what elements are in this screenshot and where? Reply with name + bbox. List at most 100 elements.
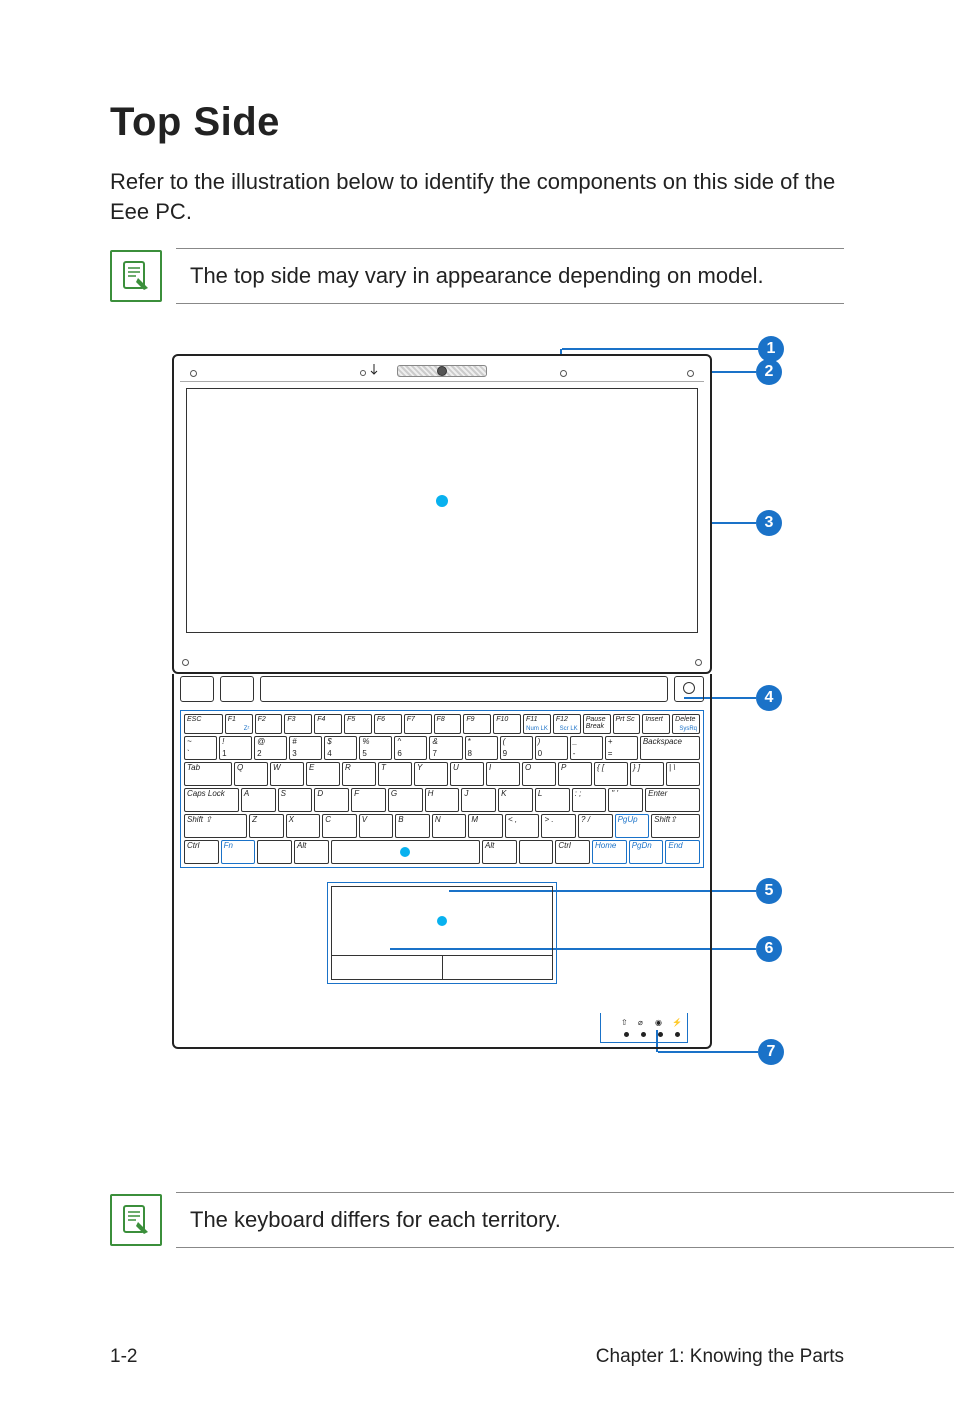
key: A — [241, 788, 276, 812]
key: " ' — [608, 788, 643, 812]
key: K — [498, 788, 533, 812]
key: Ctrl — [184, 840, 219, 864]
key: F2 — [255, 714, 283, 734]
chapter-label: Chapter 1: Knowing the Parts — [596, 1346, 844, 1368]
key: N — [432, 814, 467, 838]
key: Shift⇧ — [651, 814, 700, 838]
key: F11Num LK — [523, 714, 551, 734]
laptop-base: ESCF1ZᶻF2F3F4F5F6F7F8F9F10F11Num LKF12Sc… — [172, 704, 712, 1049]
key: Q — [234, 762, 268, 786]
key: F5 — [344, 714, 372, 734]
key: Prt Sc — [613, 714, 641, 734]
key — [331, 840, 480, 864]
key: Home — [592, 840, 627, 864]
key: Fn — [221, 840, 256, 864]
key: T — [378, 762, 412, 786]
key: P — [558, 762, 592, 786]
key: E — [306, 762, 340, 786]
hinge-row — [172, 674, 712, 704]
key: ^6 — [394, 736, 427, 760]
key: F12Scr LK — [553, 714, 581, 734]
key: Ctrl — [555, 840, 590, 864]
key — [519, 840, 554, 864]
key: F7 — [404, 714, 432, 734]
key: Shift ⇧ — [184, 814, 247, 838]
key: B — [395, 814, 430, 838]
key: G — [388, 788, 423, 812]
key: F8 — [434, 714, 462, 734]
status-indicators — [624, 1032, 680, 1037]
key — [257, 840, 292, 864]
key: | \ — [666, 762, 700, 786]
key: F10 — [493, 714, 521, 734]
key: I — [486, 762, 520, 786]
page-number: 1-2 — [110, 1346, 137, 1368]
key: &7 — [429, 736, 462, 760]
key: J — [461, 788, 496, 812]
page-footer: 1-2 Chapter 1: Knowing the Parts — [110, 1346, 844, 1368]
key: W — [270, 762, 304, 786]
key: : ; — [572, 788, 607, 812]
key: F1Zᶻ — [225, 714, 253, 734]
note-icon — [110, 250, 162, 302]
key: F9 — [463, 714, 491, 734]
key: PgUp — [615, 814, 650, 838]
key: += — [605, 736, 638, 760]
key: ESC — [184, 714, 223, 734]
key: )0 — [535, 736, 568, 760]
key: Alt — [482, 840, 517, 864]
key: < , — [505, 814, 540, 838]
microphone-icon — [360, 370, 366, 376]
key: F4 — [314, 714, 342, 734]
key: DeleteSysRq — [672, 714, 700, 734]
key: Alt — [294, 840, 329, 864]
key: @2 — [254, 736, 287, 760]
key: F — [351, 788, 386, 812]
key: Tab — [184, 762, 232, 786]
key: End — [665, 840, 700, 864]
key: F3 — [284, 714, 312, 734]
key: L — [535, 788, 570, 812]
key: (9 — [500, 736, 533, 760]
touchpad — [327, 882, 557, 984]
camera-icon — [397, 365, 487, 377]
note-top: The top side may vary in appearance depe… — [110, 248, 844, 304]
note-bottom: The keyboard differs for each territory. — [110, 1192, 954, 1248]
keyboard: ESCF1ZᶻF2F3F4F5F6F7F8F9F10F11Num LKF12Sc… — [180, 710, 704, 868]
laptop-illustration: 1 2 3 4 5 6 7 — [172, 354, 782, 1074]
intro-text: Refer to the illustration below to ident… — [110, 167, 844, 226]
key: !1 — [219, 736, 252, 760]
note-bottom-text: The keyboard differs for each territory. — [176, 1192, 954, 1248]
key: R — [342, 762, 376, 786]
key: C — [322, 814, 357, 838]
power-button — [674, 676, 704, 702]
key: H — [425, 788, 460, 812]
key: Insert — [642, 714, 670, 734]
key: } ] — [630, 762, 664, 786]
key: Backspace — [640, 736, 700, 760]
key: $4 — [324, 736, 357, 760]
key: X — [286, 814, 321, 838]
key: V — [359, 814, 394, 838]
key: Z — [249, 814, 284, 838]
key: Y — [414, 762, 448, 786]
key: D — [314, 788, 349, 812]
laptop-lid — [172, 354, 712, 674]
key: S — [278, 788, 313, 812]
key: U — [450, 762, 484, 786]
key: #3 — [289, 736, 322, 760]
key: PgDn — [629, 840, 664, 864]
key: ~` — [184, 736, 217, 760]
key: Pause Break — [583, 714, 611, 734]
note-top-text: The top side may vary in appearance depe… — [176, 248, 844, 304]
note-icon — [110, 1194, 162, 1246]
key: _- — [570, 736, 603, 760]
key: M — [468, 814, 503, 838]
key: > . — [541, 814, 576, 838]
display-panel — [186, 388, 698, 633]
key: O — [522, 762, 556, 786]
key: Enter — [645, 788, 700, 812]
page-heading: Top Side — [110, 100, 844, 145]
key: F6 — [374, 714, 402, 734]
key: Caps Lock — [184, 788, 239, 812]
